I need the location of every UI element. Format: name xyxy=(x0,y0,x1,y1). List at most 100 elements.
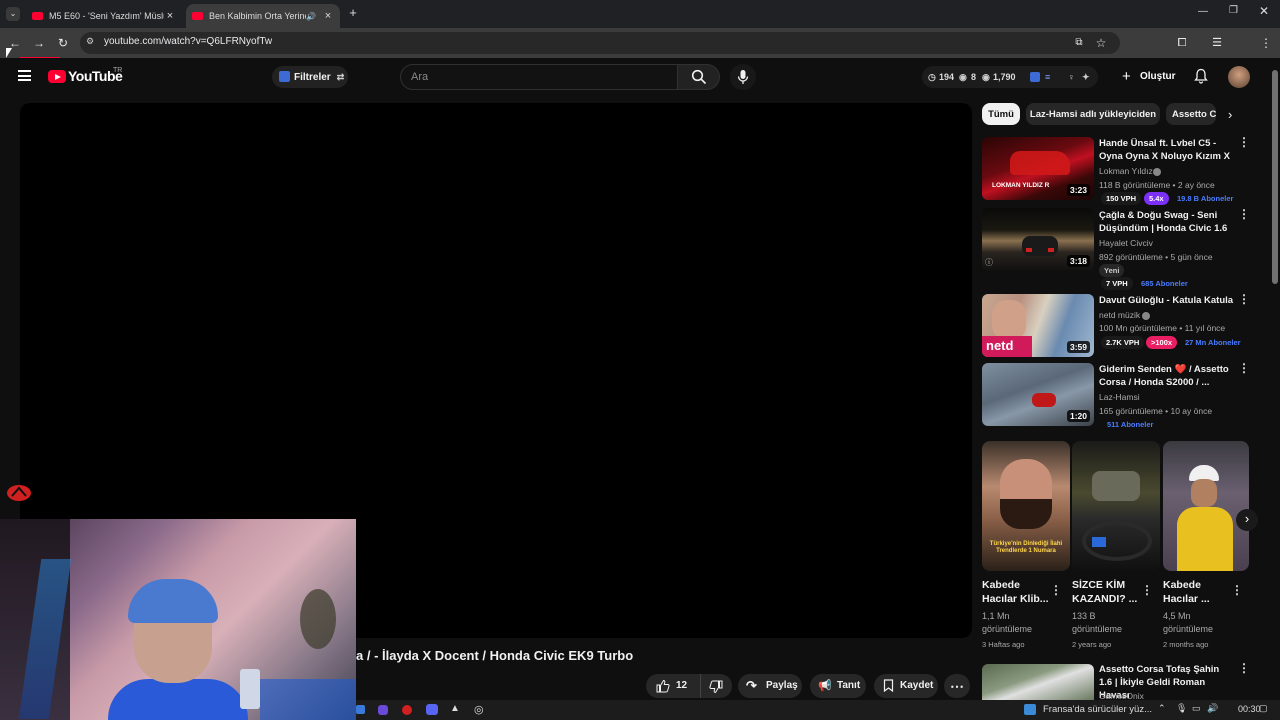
rec-title[interactable]: Giderim Senden ❤️ / Assetto Corsa / Hond… xyxy=(1099,363,1235,389)
close-tab-icon[interactable]: × xyxy=(322,10,334,22)
more-vertical-icon[interactable]: ⋮ xyxy=(1050,584,1062,596)
stat-c: 1,790 xyxy=(993,72,1016,82)
video-thumbnail[interactable] xyxy=(982,664,1094,700)
search-box[interactable] xyxy=(400,64,678,90)
stat-b: 8 xyxy=(971,72,977,82)
url-text[interactable]: youtube.com/watch?v=Q6LFRNyofTw xyxy=(104,36,272,47)
filters-button[interactable]: Filtreler ⇄ xyxy=(272,66,348,88)
short-overlay-text: Türkiye'nin Dinlediği İlahi Trendlerde 1… xyxy=(989,541,1063,554)
clock-time[interactable]: 00:30 xyxy=(1238,704,1261,714)
subscribers-badge: 511 Aboneler xyxy=(1107,420,1154,429)
browser-tab-2-active[interactable]: Ben Kalbimin Orta Yerine Sa 🔊 × xyxy=(186,4,340,28)
video-thumbnail[interactable]: 1:20 xyxy=(982,363,1094,426)
megaphone-icon: 📢 xyxy=(818,680,832,692)
chevron-right-icon[interactable]: › xyxy=(1228,107,1232,122)
notifications-bell-icon[interactable] xyxy=(1193,68,1209,84)
youtube-logo-icon[interactable] xyxy=(48,70,66,83)
video-title: a / - İlayda X Docent / Honda Civic EK9 … xyxy=(356,648,634,663)
taskbar-app-icon[interactable]: ▲ xyxy=(450,703,460,714)
like-dislike-group: 12 xyxy=(646,674,732,698)
short-title[interactable]: Kabede Hacılar ... xyxy=(1163,578,1237,606)
minimize-window-icon[interactable]: — xyxy=(1198,6,1208,17)
subscribers-badge: 27 Mn Aboneler xyxy=(1185,338,1241,347)
install-app-icon[interactable]: ⧉ xyxy=(1070,34,1088,52)
tab-title: Ben Kalbimin Orta Yerine Sa xyxy=(209,11,306,21)
create-label: Oluştur xyxy=(1140,71,1176,82)
close-window-icon[interactable]: ✕ xyxy=(1259,4,1269,18)
save-button[interactable]: Kaydet xyxy=(874,674,938,698)
extensions-puzzle-icon[interactable]: ⧠ xyxy=(1173,34,1191,52)
scrollbar-thumb[interactable] xyxy=(1272,70,1278,284)
discord-icon[interactable] xyxy=(426,704,438,715)
like-button[interactable]: 12 xyxy=(646,674,698,698)
voice-search-button[interactable] xyxy=(730,64,756,90)
new-tab-icon[interactable]: + xyxy=(346,6,360,20)
search-button[interactable] xyxy=(678,64,720,90)
site-info-icon[interactable]: ⚙ xyxy=(86,36,94,47)
plus-icon: + xyxy=(1122,68,1131,85)
dislike-button[interactable] xyxy=(700,674,732,698)
network-icon[interactable]: ▭ xyxy=(1192,703,1201,714)
taskbar-app-icon[interactable] xyxy=(378,705,388,715)
chip-all[interactable]: Tümü xyxy=(982,103,1020,125)
share-button[interactable]: ↷ Paylaş xyxy=(738,674,802,698)
youtube-favicon-icon xyxy=(192,12,203,20)
volume-icon[interactable]: 🔊 xyxy=(1207,703,1218,714)
rec-channel[interactable]: netd müzik xyxy=(1099,310,1140,320)
restore-window-icon[interactable]: ❐ xyxy=(1229,5,1238,16)
rec-title[interactable]: Çağla & Doğu Swag - Seni Düşündüm | Hond… xyxy=(1099,209,1235,235)
rec-channel[interactable]: Hayalet Civciv xyxy=(1099,238,1153,248)
media-control-icon[interactable]: ☰ xyxy=(1208,34,1226,52)
rec-channel[interactable]: Laz-Hamsi xyxy=(1099,392,1140,402)
speaker-icon[interactable]: 🔊 xyxy=(306,12,316,21)
short-title[interactable]: Kabede Hacılar Klib... xyxy=(982,578,1056,606)
more-vertical-icon[interactable]: ⋮ xyxy=(1231,584,1243,596)
mic-tray-icon[interactable]: 🎙 xyxy=(1176,703,1187,714)
rec-title[interactable]: Hande Ünsal ft. Lvbel C5 - Oyna Oyna X N… xyxy=(1099,137,1235,163)
video-thumbnail[interactable]: netd 3:59 xyxy=(982,294,1094,357)
account-avatar[interactable] xyxy=(1228,66,1250,88)
filters-label: Filtreler xyxy=(294,71,331,83)
rec-channel[interactable]: Lokman Yıldız xyxy=(1099,166,1153,176)
eye-icon: ◉ xyxy=(982,72,990,82)
more-vertical-icon[interactable]: ⋮ xyxy=(1238,293,1250,305)
browser-menu-icon[interactable]: ⋮ xyxy=(1257,34,1275,52)
more-actions-button[interactable]: ⋯ xyxy=(944,674,970,698)
chip-from-uploader[interactable]: Laz-Hamsi adlı yükleyiciden xyxy=(1026,103,1160,125)
forward-icon[interactable]: → xyxy=(30,34,48,52)
video-thumbnail[interactable]: LOKMAN YILDIZ R 3:23 xyxy=(982,137,1094,200)
create-button[interactable]: + Oluştur xyxy=(1118,66,1180,88)
rec-title[interactable]: Davut Güloğlu - Katula Katula xyxy=(1099,294,1235,307)
browser-tab-1[interactable]: M5 E60 - 'Seni Yazdım' Müslüm × xyxy=(26,4,182,28)
more-vertical-icon[interactable]: ⋮ xyxy=(1238,208,1250,220)
news-ticker[interactable]: Fransa'da sürücüler yüz... xyxy=(1043,704,1152,715)
taskbar-app-icon[interactable] xyxy=(356,705,365,714)
reload-icon[interactable]: ↻ xyxy=(54,34,72,52)
video-duration: 1:20 xyxy=(1066,410,1090,422)
tray-chevron-up-icon[interactable]: ⌃ xyxy=(1158,703,1166,714)
short-thumbnail[interactable] xyxy=(1072,441,1160,571)
close-tab-icon[interactable]: × xyxy=(164,10,176,22)
hamburger-menu-icon[interactable] xyxy=(18,70,31,81)
shorts-next-button[interactable]: › xyxy=(1236,509,1258,531)
taskbar-app-icon[interactable]: ◎ xyxy=(474,703,484,716)
tab-search-icon[interactable]: ⌄ xyxy=(6,7,20,21)
extension-stats-bar[interactable]: ◷ 194 ◉ 8 ◉ 1,790 ≡ ♀ ✦ xyxy=(922,66,1098,88)
multiplier-badge: >100x xyxy=(1146,336,1178,349)
short-thumbnail[interactable]: Türkiye'nin Dinlediği İlahi Trendlerde 1… xyxy=(982,441,1070,571)
search-input[interactable] xyxy=(401,65,677,89)
taskbar-app-icon[interactable] xyxy=(402,705,412,715)
chip-assetto[interactable]: Assetto C xyxy=(1166,103,1216,125)
more-vertical-icon[interactable]: ⋮ xyxy=(1238,662,1250,674)
save-label: Kaydet xyxy=(900,680,934,691)
more-vertical-icon[interactable]: ⋮ xyxy=(1238,362,1250,374)
more-vertical-icon[interactable]: ⋮ xyxy=(1141,584,1153,596)
bookmark-star-icon[interactable]: ☆ xyxy=(1092,34,1110,52)
notifications-icon[interactable]: ▢ xyxy=(1259,703,1268,714)
more-vertical-icon[interactable]: ⋮ xyxy=(1238,136,1250,148)
promote-button[interactable]: 📢 Tanıt xyxy=(810,674,866,698)
short-title[interactable]: SİZCE KİM KAZANDI? ... xyxy=(1072,578,1146,606)
short-thumbnail[interactable] xyxy=(1163,441,1249,571)
news-widget-icon[interactable] xyxy=(1024,704,1036,715)
video-thumbnail[interactable]: ⓘ 3:18 xyxy=(982,208,1094,271)
